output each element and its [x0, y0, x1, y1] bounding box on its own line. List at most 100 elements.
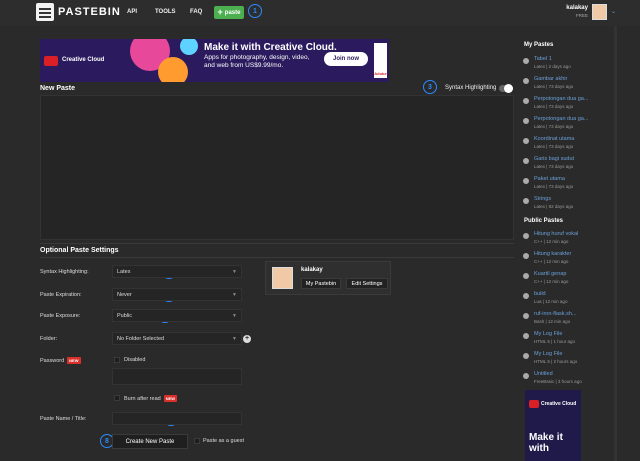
paste-meta: FreeBasic | 3 hours ago [534, 379, 582, 384]
my-paste-item[interactable]: Koordinat utama Latex | 73 days ago [522, 136, 610, 154]
page-scrollbar[interactable] [614, 26, 617, 461]
paste-title[interactable]: Gambar akhir [534, 76, 567, 82]
paste-icon [523, 233, 529, 239]
creative-cloud-icon [44, 56, 58, 66]
paste-icon [523, 158, 529, 164]
paste-as-guest-checkbox[interactable] [194, 438, 200, 444]
password-checkbox[interactable] [114, 357, 120, 363]
paste-meta: Latex | 73 days ago [534, 124, 574, 129]
user-menu[interactable]: kalakay FREE [566, 5, 588, 18]
chevron-down-icon[interactable]: ⌄ [611, 8, 616, 15]
folder-select[interactable]: No Folder Selected ▼ [112, 332, 242, 345]
public-pastes-title: Public Pastes [524, 218, 564, 224]
expiration-select[interactable]: Never ▼ [112, 288, 242, 301]
top-navigation-bar: PASTEBIN API TOOLS FAQ + paste kalakay F… [0, 0, 640, 26]
sidebar-ad[interactable]: Creative Cloud Make it with [525, 390, 581, 461]
burn-after-read-checkbox[interactable] [114, 395, 120, 401]
create-new-paste-button[interactable]: Create New Paste [112, 434, 188, 449]
paste-title[interactable]: Hitung karakter [534, 251, 571, 257]
exposure-label: Paste Exposure: [40, 313, 81, 319]
password-disabled-label: Disabled [124, 357, 146, 363]
public-paste-item[interactable]: Hitung karakter C++ | 12 min ago [522, 251, 610, 269]
paste-icon [523, 198, 529, 204]
paste-name-label: Paste Name / Title: [40, 416, 87, 422]
public-paste-item[interactable]: build Lua | 12 min ago [522, 291, 610, 309]
my-paste-item[interactable]: Tabel 1 Latex | 2 days ago [522, 56, 610, 74]
marker-3: 3 [423, 80, 437, 94]
username: kalakay [566, 5, 588, 11]
paste-icon [523, 58, 529, 64]
public-paste-item[interactable]: My Log File HTML 5 | 2 hours ago [522, 351, 610, 369]
paste-title[interactable]: Hitung huruf vokal [534, 231, 578, 237]
burn-label-text: Burn after read [124, 395, 161, 402]
paste-title[interactable]: build [534, 291, 546, 297]
my-paste-item[interactable]: Gambar akhir Latex | 73 days ago [522, 76, 610, 94]
my-paste-item[interactable]: Perpotongan dua ga... Latex | 73 days ago [522, 96, 610, 114]
divider [40, 257, 514, 258]
paste-title[interactable]: Koordinat utama [534, 136, 574, 142]
paste-title[interactable]: Strings [534, 196, 551, 202]
chevron-down-icon: ▼ [232, 336, 237, 342]
paste-content-textarea[interactable] [40, 95, 514, 240]
paste-title[interactable]: My Log File [534, 331, 562, 337]
public-paste-item[interactable]: ruf-iron-flask.sh... Bash | 12 min ago [522, 311, 610, 329]
paste-meta: Latex | 73 days ago [534, 144, 574, 149]
burn-after-read-label: Burn after read NEW [124, 395, 178, 402]
paste-title[interactable]: My Log File [534, 351, 562, 357]
add-folder-icon[interactable]: + [243, 335, 251, 343]
pastebin-logo[interactable]: PASTEBIN [36, 3, 121, 21]
my-paste-item[interactable]: Garis bagi sudut Latex | 73 days ago [522, 156, 610, 174]
new-badge: NEW [163, 395, 178, 402]
syntax-value: Latex [117, 268, 131, 275]
paste-title[interactable]: ruf-iron-flask.sh... [534, 311, 576, 317]
paste-title[interactable]: Garis bagi sudut [534, 156, 574, 162]
password-input[interactable] [112, 368, 242, 385]
nav-tools-link[interactable]: TOOLS [155, 9, 176, 15]
public-paste-item[interactable]: Untitled FreeBasic | 3 hours ago [522, 371, 610, 389]
my-paste-item[interactable]: Strings Latex | 82 days ago [522, 196, 610, 214]
syntax-select[interactable]: Latex ▼ [112, 265, 242, 278]
chevron-down-icon: ▼ [232, 292, 237, 298]
paste-title[interactable]: Kuartil genap [534, 271, 566, 277]
paste-icon [523, 138, 529, 144]
paste-title[interactable]: Paket utama [534, 176, 565, 182]
my-pastes-title: My Pastes [524, 42, 554, 48]
expiration-value: Never [117, 291, 132, 298]
paste-icon [523, 178, 529, 184]
pastebin-logo-icon [36, 3, 54, 21]
paste-meta: Latex | 73 days ago [534, 164, 574, 169]
my-paste-item[interactable]: Perpotongan dua ga... Latex | 73 days ago [522, 116, 610, 134]
paste-meta: C++ | 12 min ago [534, 259, 569, 264]
my-pastebin-button[interactable]: My Pastebin [301, 278, 341, 289]
nav-api-link[interactable]: API [127, 9, 137, 15]
ad-join-button[interactable]: Join now [324, 52, 368, 66]
public-paste-item[interactable]: Kuartil genap C++ | 12 min ago [522, 271, 610, 289]
paste-meta: C++ | 12 min ago [534, 239, 569, 244]
syntax-highlighting-toggle[interactable] [499, 84, 513, 93]
new-paste-button[interactable]: + paste [214, 6, 244, 19]
paste-title[interactable]: Perpotongan dua ga... [534, 116, 588, 122]
nav-faq-link[interactable]: FAQ [190, 9, 202, 15]
paste-meta: Latex | 73 days ago [534, 104, 574, 109]
paste-icon [523, 333, 529, 339]
exposure-value: Public [117, 312, 132, 319]
exposure-select[interactable]: Public ▼ [112, 309, 242, 322]
paste-meta: HTML 5 | 2 hours ago [534, 359, 578, 364]
paste-title[interactable]: Perpotongan dua ga... [534, 96, 588, 102]
paste-title[interactable]: Tabel 1 [534, 56, 552, 62]
adobe-logo: Adobe [374, 43, 387, 78]
paste-meta: Latex | 2 days ago [534, 64, 571, 69]
paste-name-input[interactable] [112, 412, 242, 425]
divider [40, 243, 514, 244]
edit-settings-button[interactable]: Edit Settings [346, 278, 388, 289]
chevron-down-icon: ▼ [232, 313, 237, 319]
public-paste-item[interactable]: My Log File HTML 5 | 1 hour ago [522, 331, 610, 349]
public-paste-item[interactable]: Hitung huruf vokal C++ | 12 min ago [522, 231, 610, 249]
ad-banner[interactable]: Creative Cloud Make it with Creative Clo… [40, 39, 389, 82]
paste-icon [523, 293, 529, 299]
folder-value: No Folder Selected [117, 335, 165, 342]
password-label: Password NEW [40, 357, 81, 364]
avatar[interactable] [592, 4, 607, 20]
my-paste-item[interactable]: Paket utama Latex | 73 days ago [522, 176, 610, 194]
paste-title[interactable]: Untitled [534, 371, 553, 377]
